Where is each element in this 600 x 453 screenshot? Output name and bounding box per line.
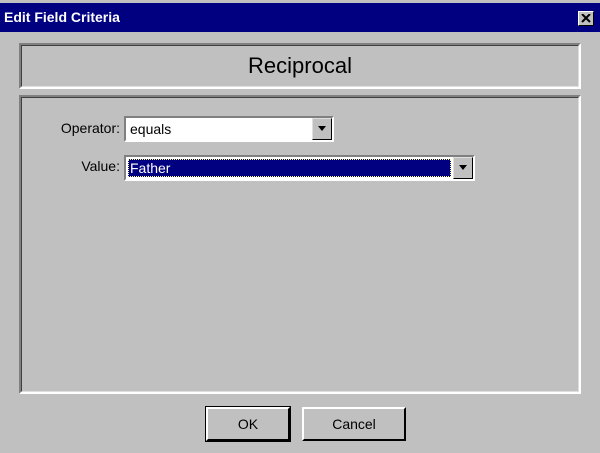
close-icon (581, 14, 591, 23)
value-dropdown[interactable]: Father (124, 155, 475, 181)
operator-dropdown-button[interactable] (312, 118, 332, 140)
field-name-title: Reciprocal (248, 53, 352, 78)
title-bar[interactable]: Edit Field Criteria (0, 3, 600, 32)
chevron-down-icon (459, 165, 467, 170)
ok-button[interactable]: OK (205, 406, 291, 442)
window-title: Edit Field Criteria (4, 9, 120, 25)
value-label: Value: (81, 158, 120, 174)
value-dropdown-button[interactable] (453, 157, 473, 179)
chevron-down-icon (318, 126, 326, 131)
value-dropdown-value: Father (128, 159, 451, 177)
close-button[interactable] (578, 11, 594, 26)
edit-field-criteria-dialog: Edit Field Criteria Reciprocal Operator:… (0, 0, 600, 453)
operator-dropdown-value: equals (130, 121, 172, 137)
field-name-header: Reciprocal (19, 43, 581, 89)
operator-label: Operator: (60, 120, 120, 136)
cancel-button[interactable]: Cancel (302, 407, 406, 441)
operator-dropdown[interactable]: equals (124, 116, 334, 142)
